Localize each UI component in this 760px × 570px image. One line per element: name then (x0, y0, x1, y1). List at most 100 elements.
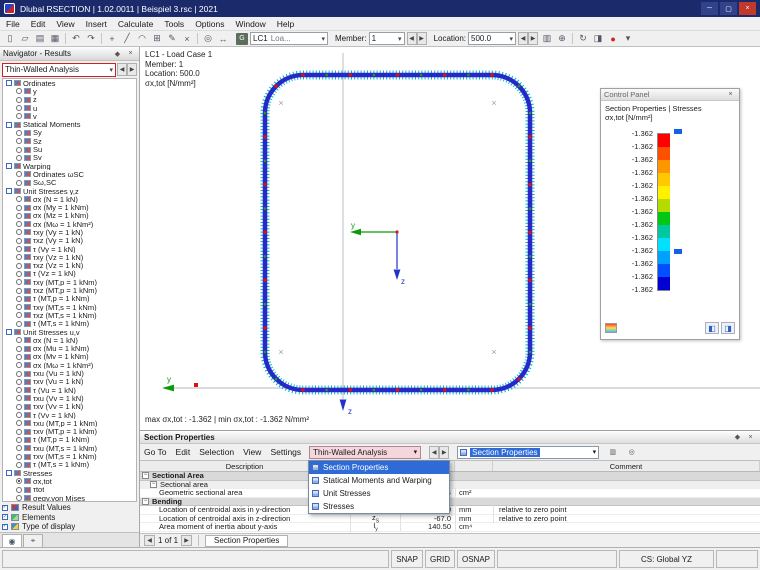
delete-icon[interactable]: × (180, 32, 194, 46)
pin-icon[interactable]: ◆ (732, 432, 743, 442)
new-arc-icon[interactable]: ◠ (135, 32, 149, 46)
radio-icon[interactable] (16, 445, 22, 451)
maximize-button[interactable]: ▢ (720, 2, 737, 15)
tree-item-row[interactable]: τxu (MT,s = 1 kNm) (3, 444, 136, 452)
radio-icon[interactable] (16, 229, 22, 235)
radio-icon[interactable] (16, 254, 22, 260)
tree-item-row[interactable]: τ (MT,p = 1 kNm) (3, 436, 136, 444)
checkbox-icon[interactable] (6, 470, 12, 476)
radio-icon[interactable] (16, 420, 22, 426)
tree-item-row[interactable]: u (3, 104, 136, 112)
radio-icon[interactable] (16, 354, 22, 360)
tree-item-row[interactable]: τtot (3, 486, 136, 494)
props-menu-edit[interactable]: Edit (176, 447, 191, 457)
tree-item-row[interactable]: τxv (Vu = 1 kN) (3, 378, 136, 386)
tree-item-row[interactable]: σx (Mu = 1 kNm) (3, 345, 136, 353)
zoom-icon[interactable]: ◎ (201, 32, 215, 46)
pin-icon[interactable]: ◆ (112, 49, 123, 59)
tree-item-row[interactable]: σx (N = 1 kN) (3, 336, 136, 344)
expander-icon[interactable]: − (142, 472, 149, 479)
grid-toggle[interactable]: GRID (425, 550, 455, 568)
tree-item-row[interactable]: τxz (MT,p = 1 kNm) (3, 286, 136, 294)
tree-item-row[interactable]: τxz (Vz = 1 kN) (3, 262, 136, 270)
tree-item-row[interactable]: τxu (Vv = 1 kN) (3, 394, 136, 402)
filter-icon[interactable]: ▥ (607, 447, 618, 457)
new-node-icon[interactable]: + (105, 32, 119, 46)
props-menu-view[interactable]: View (243, 447, 261, 457)
calculation-icon[interactable]: ◨ (591, 32, 605, 46)
tree-item-row[interactable]: Sv (3, 154, 136, 162)
new-line-icon[interactable]: ╱ (120, 32, 134, 46)
radio-icon[interactable] (16, 213, 22, 219)
category-dropdown-list[interactable]: Section PropertiesStatical Moments and W… (308, 460, 450, 514)
radio-icon[interactable] (16, 346, 22, 352)
checkbox-icon[interactable] (6, 188, 12, 194)
checkbox-icon[interactable] (2, 505, 8, 511)
radio-icon[interactable] (16, 263, 22, 269)
expander-icon[interactable]: − (150, 481, 157, 488)
tree-item-row[interactable]: z (3, 96, 136, 104)
radio-icon[interactable] (16, 180, 22, 186)
radio-icon[interactable] (16, 113, 22, 119)
radio-icon[interactable] (16, 105, 22, 111)
undo-icon[interactable]: ↶ (69, 32, 83, 46)
tree-item-row[interactable]: σx (Mv = 1 kNm) (3, 353, 136, 361)
member-combo[interactable]: 1 ▾ (369, 32, 405, 45)
new-file-icon[interactable]: ▯ (3, 32, 17, 46)
radio-icon[interactable] (16, 196, 22, 202)
radio-icon[interactable] (16, 437, 22, 443)
dropdown-item[interactable]: Statical Moments and Warping (309, 474, 449, 487)
open-file-icon[interactable]: ▱ (18, 32, 32, 46)
graphics-canvas[interactable]: y z × × × × y z (140, 47, 760, 430)
previous-analysis-button[interactable]: ◀ (117, 63, 127, 76)
tree-group-row[interactable]: Ordinates (3, 79, 136, 87)
menu-item-edit[interactable]: Edit (31, 19, 46, 29)
tree-item-row[interactable]: τxy (MT,p = 1 kNm) (3, 278, 136, 286)
radio-icon[interactable] (16, 487, 22, 493)
previous-location-button[interactable]: ◀ (518, 32, 528, 45)
radio-icon[interactable] (16, 279, 22, 285)
radio-icon[interactable] (16, 296, 22, 302)
refresh-icon[interactable]: ↻ (576, 32, 590, 46)
edit-icon[interactable]: ✎ (165, 32, 179, 46)
radio-icon[interactable] (16, 321, 22, 327)
previous-button[interactable]: ◀ (429, 446, 439, 459)
tree-item-row[interactable]: τ (Vy = 1 kN) (3, 245, 136, 253)
panel-dock-left-icon[interactable]: ◧ (705, 322, 719, 334)
tree-item-row[interactable]: τ (MT,s = 1 kNm) (3, 320, 136, 328)
navigator-tab-views[interactable]: ⌖ (23, 534, 43, 547)
radio-icon[interactable] (16, 147, 22, 153)
table-icon[interactable]: ▥ (540, 32, 554, 46)
radio-icon[interactable] (16, 371, 22, 377)
control-panel[interactable]: Control Panel × Section Properties | Str… (600, 88, 740, 340)
radio-icon[interactable] (16, 312, 22, 318)
menu-item-options[interactable]: Options (195, 19, 224, 29)
radio-icon[interactable] (16, 395, 22, 401)
tree-item-row[interactable]: Sω,SC (3, 179, 136, 187)
radio-icon[interactable] (16, 412, 22, 418)
close-button[interactable]: × (739, 2, 756, 15)
table-row[interactable]: Area moment of inertia about y-axisIy140… (140, 523, 760, 532)
tree-item-row[interactable]: τxy (MT,s = 1 kNm) (3, 303, 136, 311)
previous-page-button[interactable]: ◀ (144, 535, 155, 546)
previous-member-button[interactable]: ◀ (407, 32, 417, 45)
props-category-combo[interactable]: Section Properties ▾ (457, 446, 599, 459)
navigator-footer-item[interactable]: Result Values (2, 503, 137, 513)
minimize-button[interactable]: ─ (701, 2, 718, 15)
tree-item-row[interactable]: τxz (MT,s = 1 kNm) (3, 311, 136, 319)
new-element-icon[interactable]: ⊞ (150, 32, 164, 46)
radio-icon[interactable] (16, 404, 22, 410)
props-menu-go-to[interactable]: Go To (144, 447, 167, 457)
location-combo[interactable]: 500.0 ▾ (468, 32, 516, 45)
close-icon[interactable]: × (745, 432, 756, 442)
radio-icon[interactable] (16, 478, 22, 484)
menu-item-file[interactable]: File (6, 19, 20, 29)
tab-section-properties[interactable]: Section Properties (205, 535, 288, 547)
props-menu-selection[interactable]: Selection (199, 447, 234, 457)
tree-item-row[interactable]: Sy (3, 129, 136, 137)
osnap-toggle[interactable]: OSNAP (457, 550, 495, 568)
tree-item-row[interactable]: σx,tot (3, 477, 136, 485)
tree-group-row[interactable]: Stresses (3, 469, 136, 477)
checkbox-icon[interactable] (2, 514, 8, 520)
tree-item-row[interactable]: σeqv,von Mises (3, 494, 136, 502)
